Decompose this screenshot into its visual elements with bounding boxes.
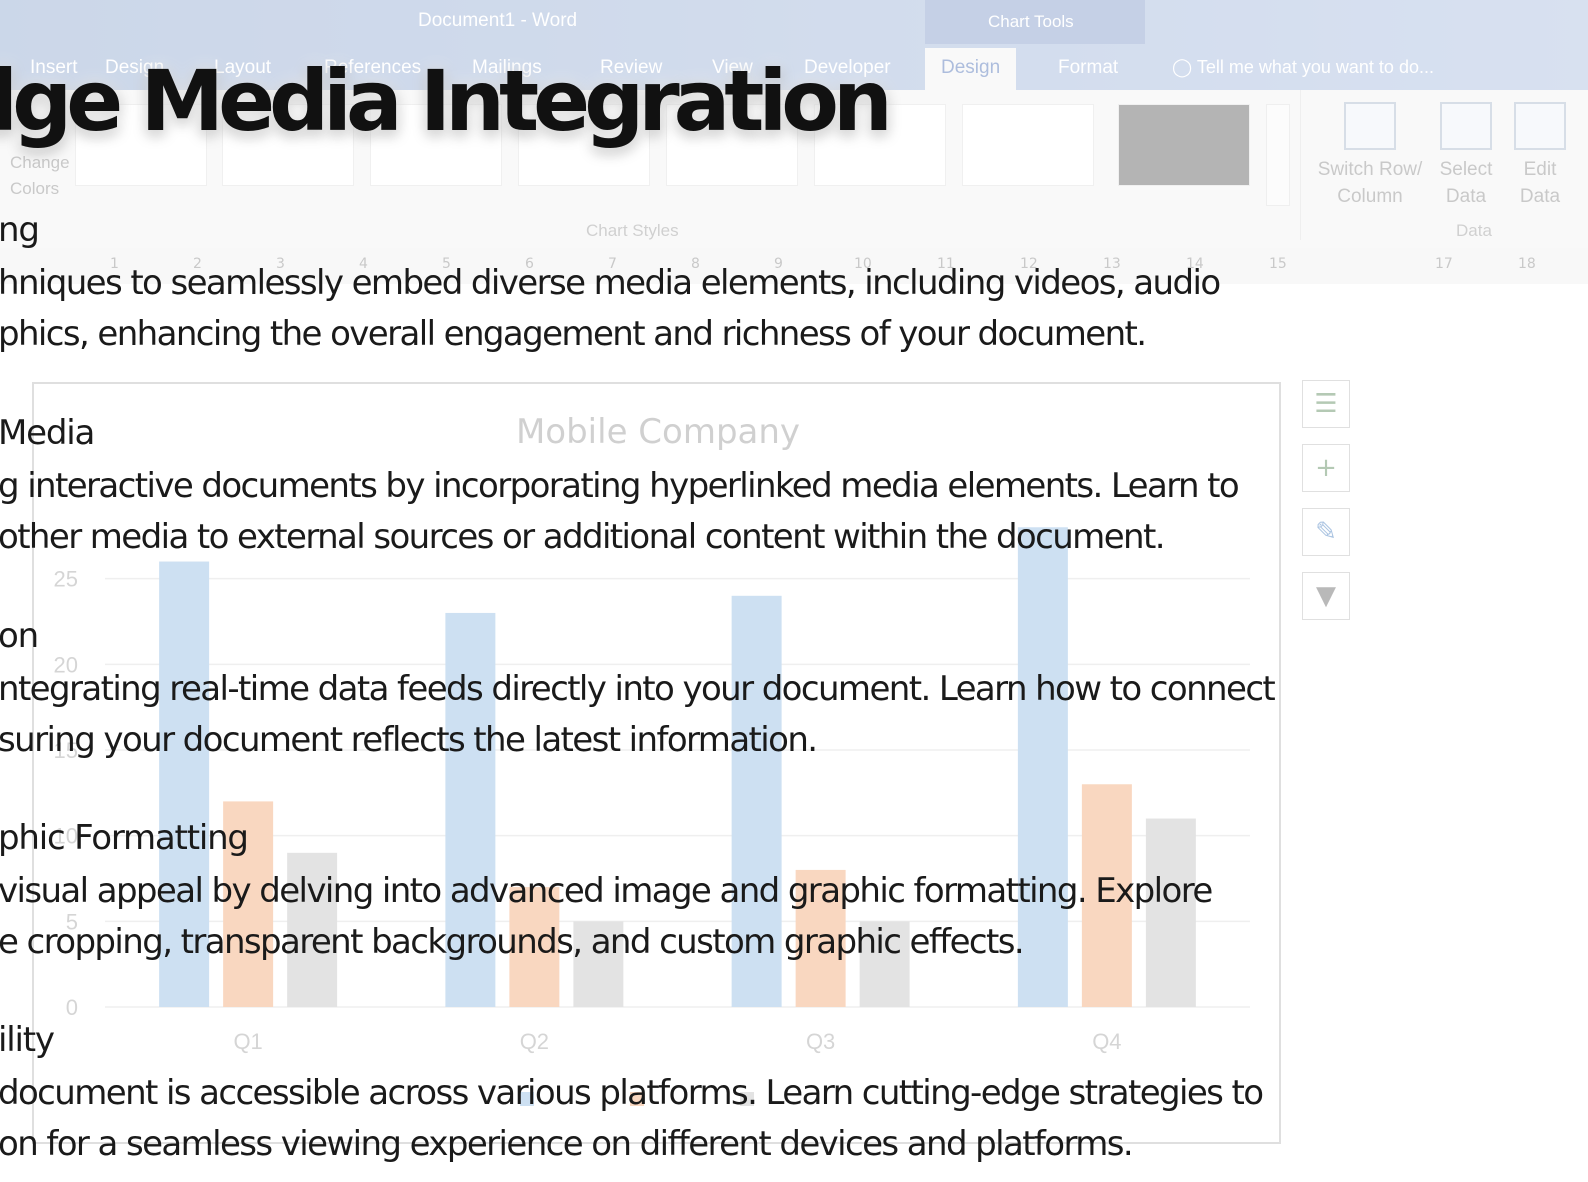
slide-overlay: dge Media Integration ng hniques to seam… (0, 0, 1588, 1182)
page-title: dge Media Integration (0, 52, 893, 150)
section-body-line: ntegrating real-time data feeds directly… (0, 669, 1276, 709)
section-body-line: on for a seamless viewing experience on … (0, 1124, 1134, 1164)
section-body-line: phics, enhancing the overall engagement … (0, 314, 1147, 354)
section-title: phic Formatting (0, 818, 249, 858)
section-body-line: other media to external sources or addit… (0, 517, 1166, 557)
section-title: Media (0, 413, 95, 453)
section-body-line: suring your document reflects the latest… (0, 720, 818, 760)
section-title: ility (0, 1020, 55, 1060)
section-body-line: hniques to seamlessly embed diverse medi… (0, 263, 1221, 303)
section-body-line: e cropping, transparent backgrounds, and… (0, 922, 1025, 962)
section-body-line: document is accessible across various pl… (0, 1073, 1264, 1113)
section-body-line: visual appeal by delving into advanced i… (0, 871, 1213, 911)
section-title: on (0, 616, 39, 656)
section-title: ng (0, 210, 40, 250)
section-body-line: g interactive documents by incorporating… (0, 466, 1240, 506)
